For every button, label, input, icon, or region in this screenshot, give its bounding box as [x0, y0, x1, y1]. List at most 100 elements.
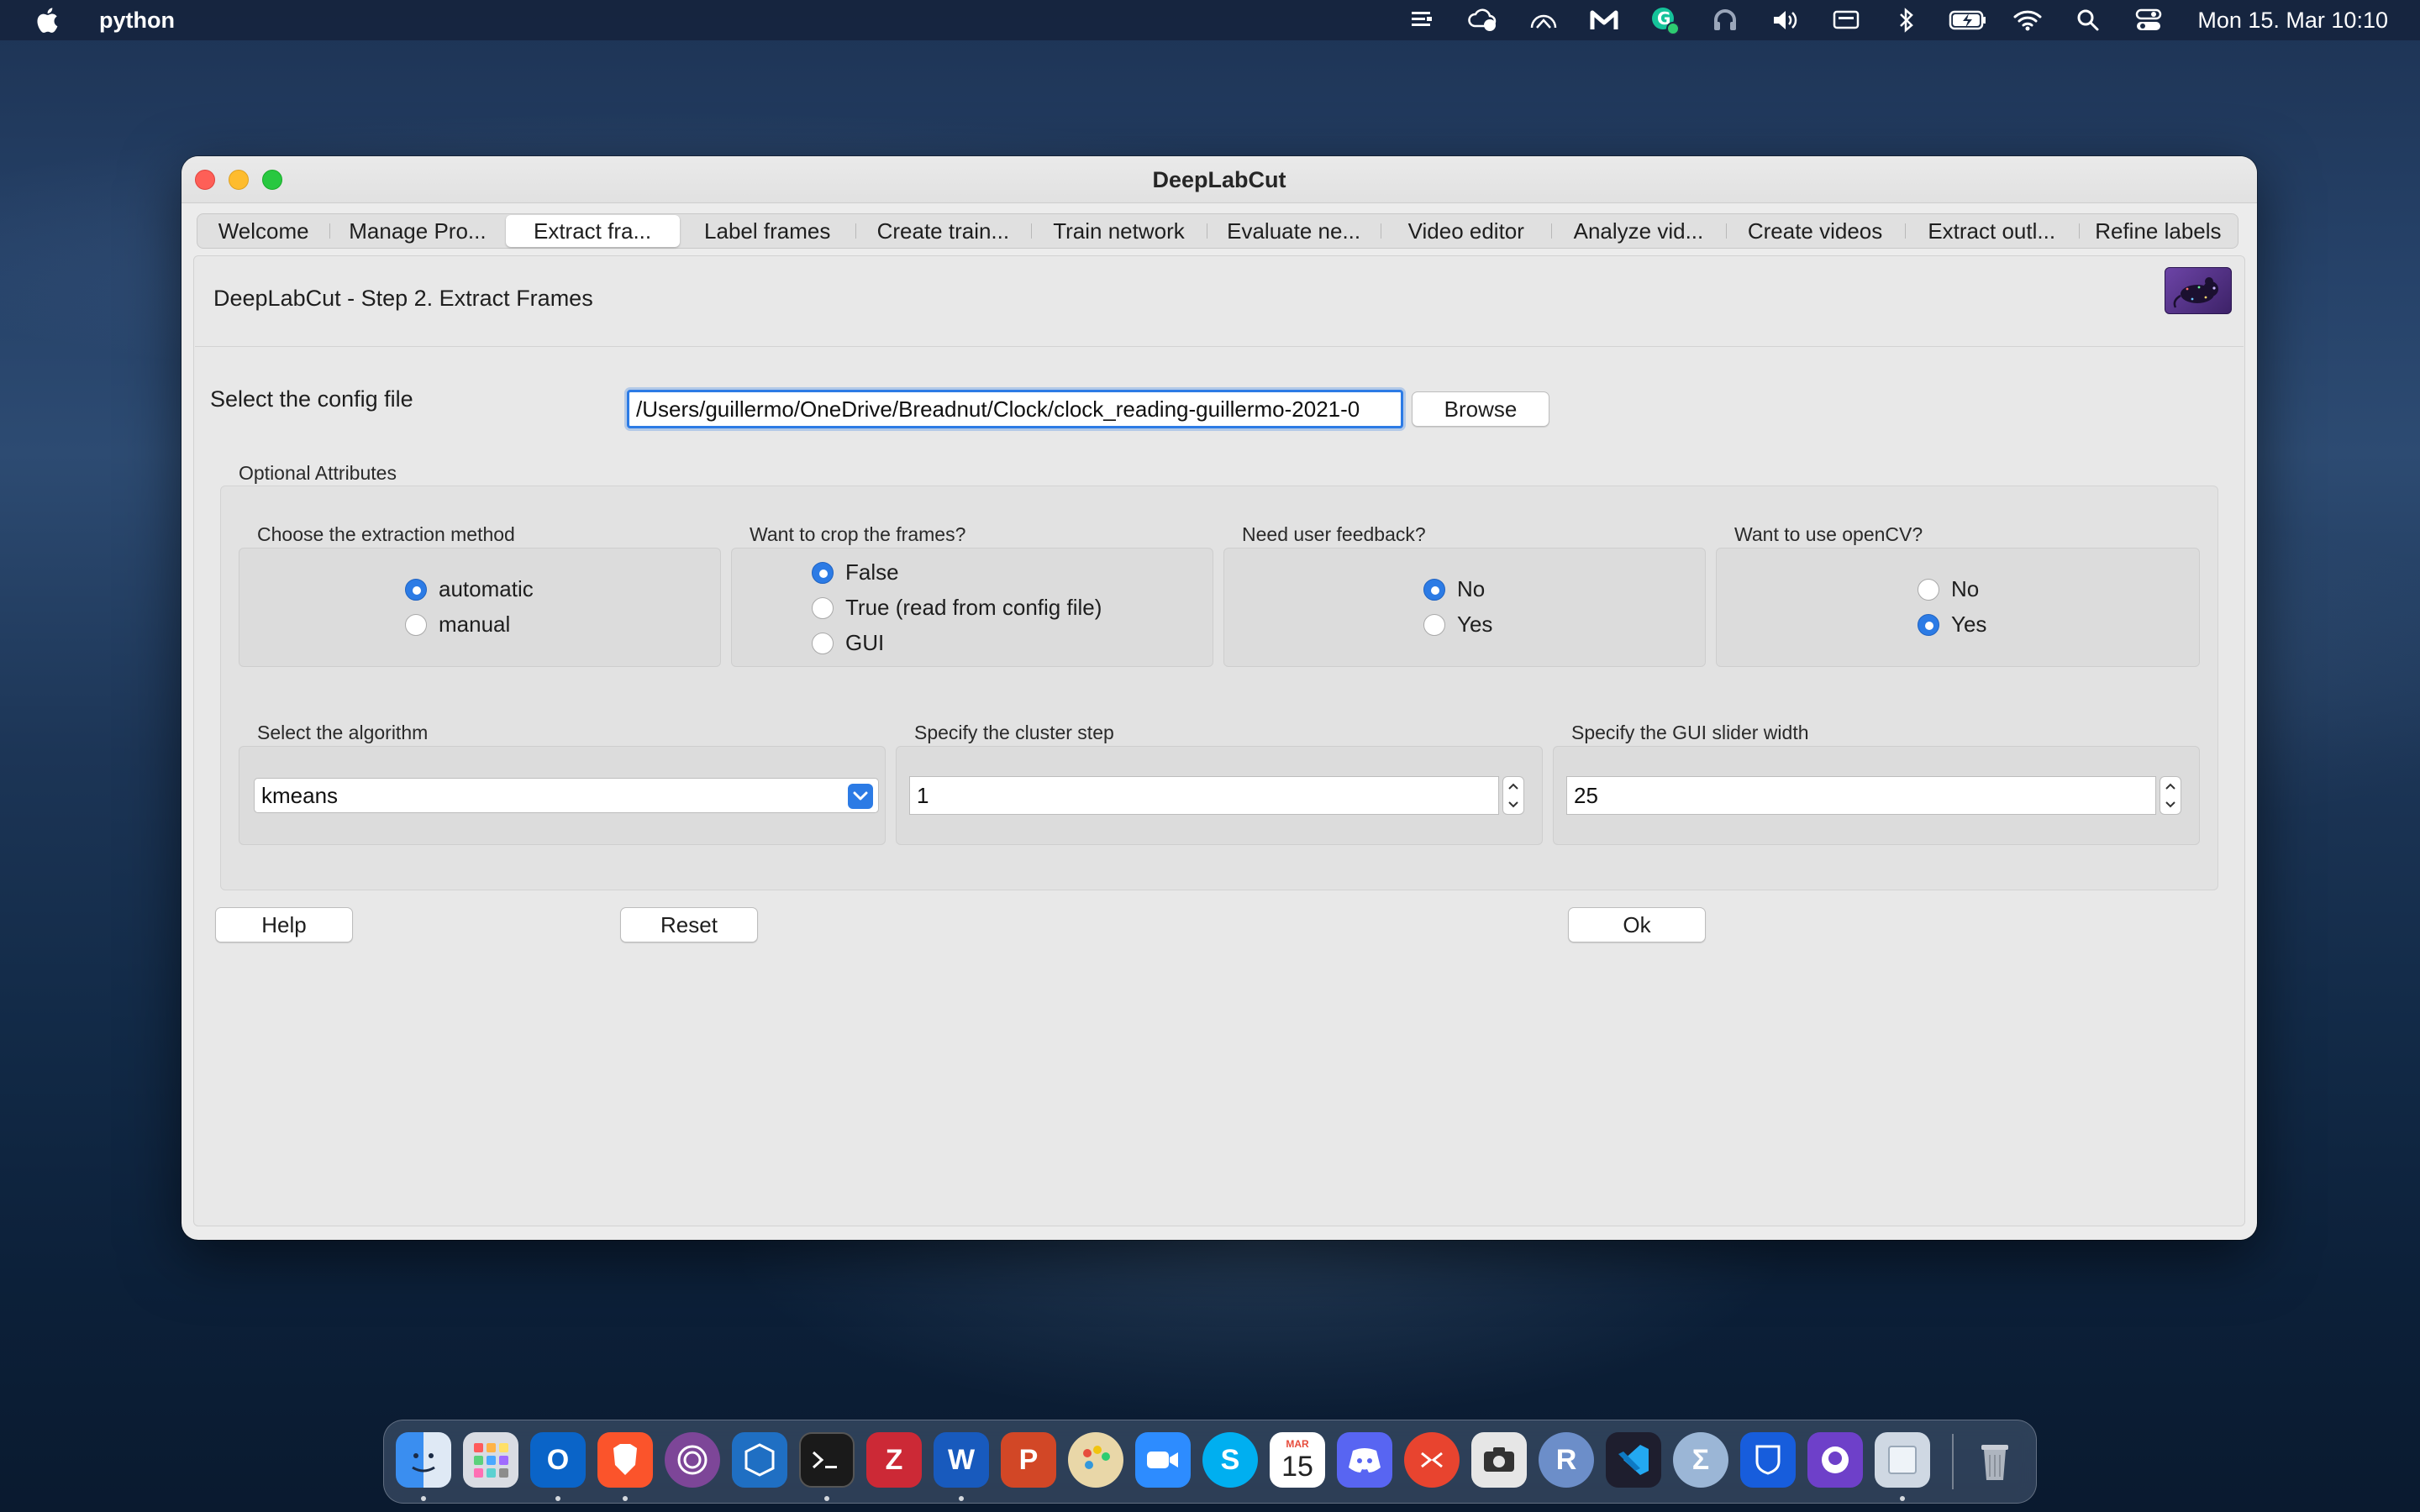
tab-welcome[interactable]: Welcome	[197, 215, 329, 247]
zoom-icon[interactable]	[1135, 1432, 1191, 1488]
tab-extract-outliers[interactable]: Extract outl...	[1904, 215, 2079, 247]
radio-feedback-yes[interactable]: Yes	[1423, 612, 1492, 638]
malwarebytes-icon[interactable]	[1586, 5, 1623, 35]
ok-button[interactable]: Ok	[1568, 907, 1706, 942]
finder-icon[interactable]	[396, 1432, 451, 1488]
grammarly-icon[interactable]: G	[1646, 5, 1683, 35]
slider-width-stepper[interactable]	[2160, 776, 2181, 815]
tab-label-frames[interactable]: Label frames	[680, 215, 855, 247]
radio-indicator[interactable]	[1918, 613, 1939, 636]
tab-train-network[interactable]: Train network	[1030, 215, 1207, 247]
user-feedback-label: Need user feedback?	[1242, 523, 1426, 545]
chevron-up-icon[interactable]	[2165, 782, 2176, 790]
calendar-icon[interactable]: MAR 15	[1270, 1432, 1325, 1488]
tab-refine-labels[interactable]: Refine labels	[2078, 215, 2238, 247]
tab-extract-frames[interactable]: Extract fra...	[505, 215, 680, 247]
bluetooth-icon[interactable]	[1888, 5, 1925, 35]
battery-icon[interactable]	[1949, 5, 1986, 35]
preview-icon[interactable]	[1875, 1432, 1930, 1488]
running-indicator	[824, 1496, 829, 1501]
radio-indicator[interactable]	[405, 578, 427, 601]
radio-label: Yes	[1457, 612, 1493, 637]
wifi-icon[interactable]	[2009, 5, 2046, 35]
github-icon[interactable]	[1807, 1432, 1863, 1488]
tab-create-videos[interactable]: Create videos	[1725, 215, 1905, 247]
cloud-sync-icon[interactable]	[1465, 5, 1502, 35]
r-icon[interactable]: R	[1539, 1432, 1594, 1488]
chevron-down-icon[interactable]	[2165, 801, 2176, 809]
menu-bar-clock[interactable]: Mon 15. Mar 10:10	[2197, 8, 2388, 34]
cluster-step-input[interactable]: 1	[909, 776, 1499, 815]
tab-analyze-videos[interactable]: Analyze vid...	[1551, 215, 1725, 247]
powerpoint-icon[interactable]: P	[1001, 1432, 1056, 1488]
radio-crop-false[interactable]: False	[812, 559, 899, 585]
launchpad-icon[interactable]	[463, 1432, 518, 1488]
reset-button[interactable]: Reset	[620, 907, 758, 942]
spotlight-search-icon[interactable]	[2070, 5, 2107, 35]
radio-indicator[interactable]	[812, 561, 834, 584]
radio-opencv-yes[interactable]: Yes	[1918, 612, 1986, 638]
radio-indicator[interactable]	[1423, 578, 1445, 601]
chevron-down-icon[interactable]	[848, 784, 873, 809]
radio-crop-gui[interactable]: GUI	[812, 630, 884, 656]
help-button[interactable]: Help	[215, 907, 353, 942]
radio-automatic[interactable]: automatic	[405, 576, 534, 602]
remote-desktop-icon[interactable]	[1404, 1432, 1460, 1488]
running-indicator	[623, 1496, 628, 1501]
tor-icon[interactable]	[665, 1432, 720, 1488]
radio-label: GUI	[845, 630, 885, 655]
discord-icon[interactable]	[1337, 1432, 1392, 1488]
radio-label: True (read from config file)	[845, 595, 1102, 620]
zotero-icon[interactable]: Z	[866, 1432, 922, 1488]
tab-manage-project[interactable]: Manage Pro...	[329, 215, 505, 247]
radio-indicator[interactable]	[812, 596, 834, 619]
chevron-up-icon[interactable]	[1507, 782, 1519, 790]
radio-crop-true-config[interactable]: True (read from config file)	[812, 595, 1102, 621]
running-indicator	[555, 1496, 560, 1501]
window-titlebar[interactable]: DeepLabCut	[182, 156, 2257, 203]
brave-icon[interactable]	[597, 1432, 653, 1488]
headphones-icon[interactable]	[1707, 5, 1744, 35]
word-icon[interactable]: W	[934, 1432, 989, 1488]
radio-manual[interactable]: manual	[405, 612, 510, 638]
display-icon[interactable]	[1828, 5, 1865, 35]
outlook-icon[interactable]: O	[530, 1432, 586, 1488]
user-feedback-box	[1223, 548, 1706, 667]
terminal-icon[interactable]	[799, 1432, 855, 1488]
active-app-name[interactable]: python	[99, 8, 175, 34]
radio-indicator[interactable]	[1918, 578, 1939, 601]
cluster-step-label: Specify the cluster step	[914, 722, 1114, 743]
vscode-icon[interactable]	[1606, 1432, 1661, 1488]
sigma-icon[interactable]: Σ	[1673, 1432, 1728, 1488]
radio-indicator[interactable]	[812, 632, 834, 654]
tab-create-training-dataset[interactable]: Create train...	[855, 215, 1031, 247]
tab-evaluate-network[interactable]: Evaluate ne...	[1207, 215, 1381, 247]
running-indicator	[1900, 1496, 1905, 1501]
radio-indicator[interactable]	[1423, 613, 1445, 636]
chevron-down-icon[interactable]	[1507, 801, 1519, 809]
extraction-method-box	[239, 548, 721, 667]
config-file-input[interactable]: /Users/guillermo/OneDrive/Breadnut/Clock…	[627, 390, 1403, 428]
list-icon[interactable]	[1404, 5, 1441, 35]
virtualbox-icon[interactable]	[732, 1432, 787, 1488]
radio-indicator[interactable]	[405, 613, 427, 636]
radio-opencv-no[interactable]: No	[1918, 576, 1979, 602]
slider-width-input[interactable]: 25	[1566, 776, 2156, 815]
volume-icon[interactable]	[1767, 5, 1804, 35]
paintbrush-icon[interactable]	[1068, 1432, 1123, 1488]
algorithm-select[interactable]: kmeans	[254, 778, 879, 813]
apple-icon[interactable]	[34, 4, 62, 36]
dock-separator	[1952, 1434, 1954, 1489]
tab-video-editor[interactable]: Video editor	[1381, 215, 1551, 247]
gauge-icon[interactable]	[1525, 5, 1562, 35]
browse-button[interactable]: Browse	[1412, 391, 1549, 427]
menu-bar: python G Mon 15. Mar 10:10	[0, 0, 2420, 40]
bitwarden-icon[interactable]	[1740, 1432, 1796, 1488]
trash-icon[interactable]	[1967, 1432, 2023, 1488]
cluster-step-stepper[interactable]	[1502, 776, 1524, 815]
skype-icon[interactable]: S	[1202, 1432, 1258, 1488]
deeplabcut-logo-icon	[2165, 267, 2232, 314]
control-center-icon[interactable]	[2130, 5, 2167, 35]
screenshot-icon[interactable]	[1471, 1432, 1527, 1488]
radio-feedback-no[interactable]: No	[1423, 576, 1485, 602]
